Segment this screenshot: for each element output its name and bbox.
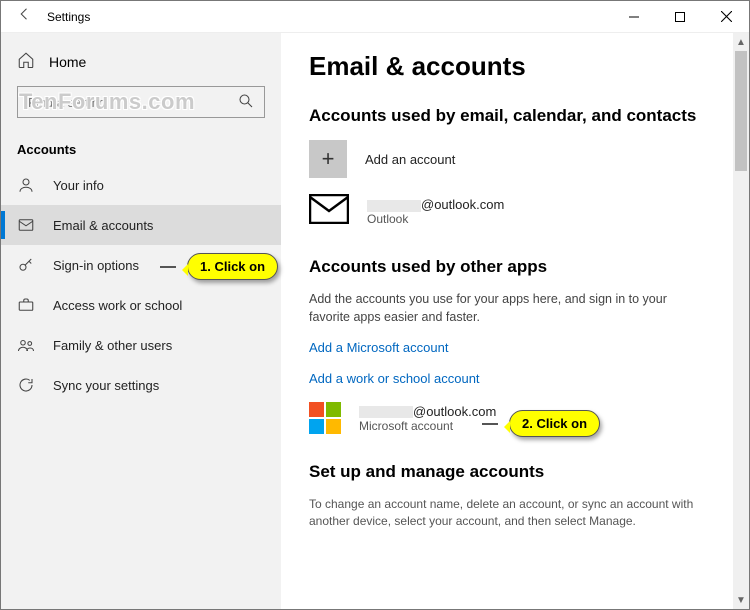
section-email-accounts: Accounts used by email, calendar, and co… [309,106,725,229]
maximize-button[interactable] [657,1,703,33]
briefcase-icon [17,296,35,314]
microsoft-logo-icon [309,402,341,434]
scroll-down-arrow[interactable]: ▼ [733,591,749,609]
sidebar-item-label: Sync your settings [53,378,159,393]
minimize-button[interactable] [611,1,657,33]
sidebar-item-access-work-school[interactable]: Access work or school [1,285,281,325]
sidebar-item-family-users[interactable]: Family & other users [1,325,281,365]
people-icon [17,336,35,354]
search-input[interactable] [17,86,265,118]
home-icon [17,51,35,72]
mail-tile-icon [309,194,349,229]
account-type: Outlook [367,212,504,226]
home-label: Home [49,54,86,70]
annotation-callout-1: 1. Click on [187,253,278,280]
scroll-up-arrow[interactable]: ▲ [733,33,749,51]
sidebar-item-label: Access work or school [53,298,182,313]
sidebar-item-sync-settings[interactable]: Sync your settings [1,365,281,405]
sidebar-section-title: Accounts [1,128,281,165]
add-work-school-account-link[interactable]: Add a work or school account [309,371,725,386]
account-email: @outlook.com [359,404,496,419]
mail-icon [17,216,35,234]
account-row-outlook[interactable]: @outlook.com Outlook [309,194,725,229]
vertical-scrollbar[interactable]: ▲ ▼ [733,33,749,609]
sidebar: Home Accounts Your info Email & acco [1,33,281,609]
sidebar-item-email-accounts[interactable]: Email & accounts [1,205,281,245]
sync-icon [17,376,35,394]
account-type: Microsoft account [359,419,496,433]
sidebar-item-label: Email & accounts [53,218,153,233]
section-heading: Set up and manage accounts [309,462,725,482]
sidebar-item-label: Family & other users [53,338,172,353]
back-button[interactable] [9,5,41,28]
section-heading: Accounts used by email, calendar, and co… [309,106,725,126]
add-account-label: Add an account [365,152,455,167]
titlebar: Settings [1,1,749,33]
account-email: @outlook.com [367,197,504,212]
key-icon [17,256,35,274]
home-nav[interactable]: Home [1,45,281,78]
section-heading: Accounts used by other apps [309,257,725,277]
scroll-thumb[interactable] [735,51,747,171]
redacted-text [359,406,413,418]
add-microsoft-account-link[interactable]: Add a Microsoft account [309,340,725,355]
scroll-track[interactable] [733,51,749,591]
redacted-text [367,200,421,212]
page-title: Email & accounts [309,51,725,82]
main-content: Email & accounts Accounts used by email,… [281,33,749,609]
section-other-apps: Accounts used by other apps Add the acco… [309,257,725,434]
window-title: Settings [41,10,90,24]
section-description: To change an account name, delete an acc… [309,496,725,530]
sidebar-item-your-info[interactable]: Your info [1,165,281,205]
annotation-callout-2: 2. Click on [509,410,600,437]
sidebar-item-label: Your info [53,178,104,193]
settings-window: Settings Home [0,0,750,610]
close-button[interactable] [703,1,749,33]
section-manage-accounts: Set up and manage accounts To change an … [309,462,725,530]
section-description: Add the accounts you use for your apps h… [309,291,725,326]
plus-icon: + [309,140,347,178]
add-account-row[interactable]: + Add an account [309,140,725,178]
sidebar-item-label: Sign-in options [53,258,139,273]
person-icon [17,176,35,194]
